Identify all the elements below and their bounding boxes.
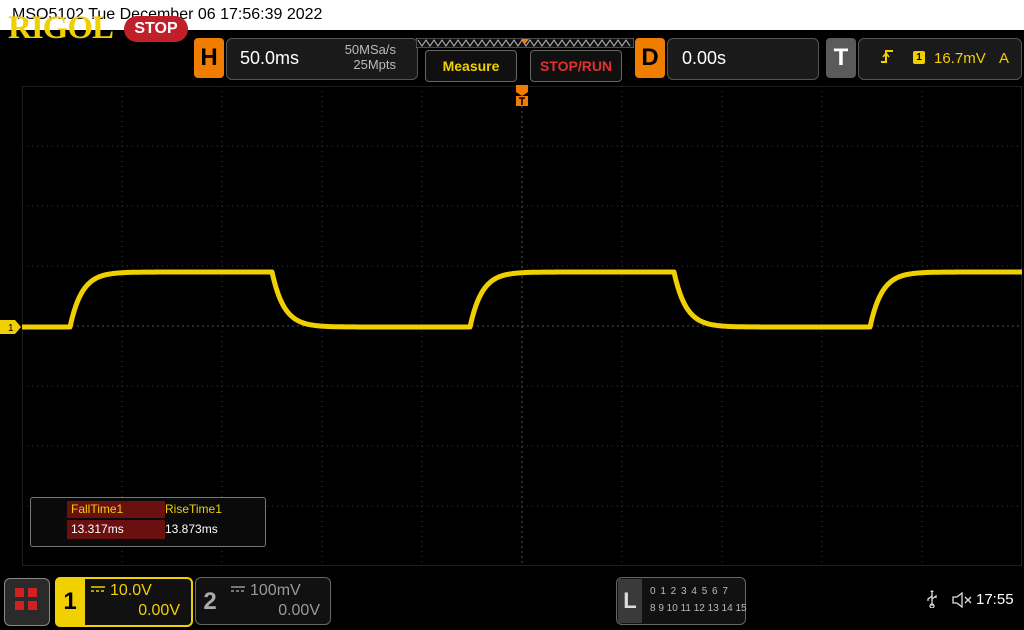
trigger-source: 1	[913, 51, 925, 64]
logic-channels-row1: 0 1 2 3 4 5 6 7	[650, 586, 729, 597]
delay-value: 0.00s	[682, 48, 727, 68]
rising-edge-icon	[881, 50, 893, 63]
falltime-label: FallTime1	[67, 501, 165, 518]
measurement-results-panel[interactable]: FallTime1 13.317ms RiseTime1 13.873ms	[30, 497, 266, 547]
trigger-position-marker[interactable]	[515, 84, 529, 108]
memory-depth: 25Mpts	[353, 57, 396, 72]
risetime-value: 13.873ms	[165, 522, 218, 536]
ch1-scale: 10.0V	[110, 582, 152, 599]
dc-coupling-icon	[231, 586, 245, 592]
trigger-label[interactable]: T	[826, 38, 856, 78]
ch2-offset: 0.00V	[278, 602, 320, 619]
delay-letter: D	[641, 44, 659, 71]
memory-position-bar	[416, 38, 634, 48]
ch2-number: 2	[203, 588, 217, 615]
measure-button[interactable]: Measure	[425, 50, 517, 82]
run-state-badge: STOP	[124, 16, 188, 42]
sample-rate: 50MSa/s	[344, 42, 396, 57]
logic-letter: L	[618, 579, 642, 623]
horizontal-letter: H	[200, 44, 218, 71]
logic-channels-row2: 8 9 10 11 12 13 14 15	[650, 603, 747, 614]
ch1-offset: 0.00V	[138, 602, 180, 619]
waveform-display[interactable]	[22, 86, 1022, 566]
trigger-mode: A	[999, 50, 1010, 67]
ch2-scale: 100mV	[250, 582, 301, 599]
delay-label[interactable]: D	[635, 38, 665, 78]
falltime-value: 13.317ms	[67, 520, 165, 539]
dc-coupling-icon	[91, 586, 105, 592]
mute-speaker-icon[interactable]	[952, 592, 972, 608]
ch1-level-marker[interactable]: 1	[0, 320, 22, 334]
ch1-marker-label: 1	[8, 323, 14, 334]
grid-menu-icon	[15, 588, 37, 610]
usb-icon	[927, 590, 937, 608]
risetime-label: RiseTime1	[165, 502, 222, 516]
rigol-logo: RIGOL	[8, 10, 114, 46]
horizontal-label[interactable]: H	[194, 38, 224, 78]
stop-run-button[interactable]: STOP/RUN	[530, 50, 622, 82]
system-clock: 17:55	[976, 591, 1014, 608]
trigger-level: 16.7mV	[934, 50, 986, 67]
timebase-value: 50.0ms	[240, 48, 300, 68]
ch1-number: 1	[55, 577, 85, 627]
